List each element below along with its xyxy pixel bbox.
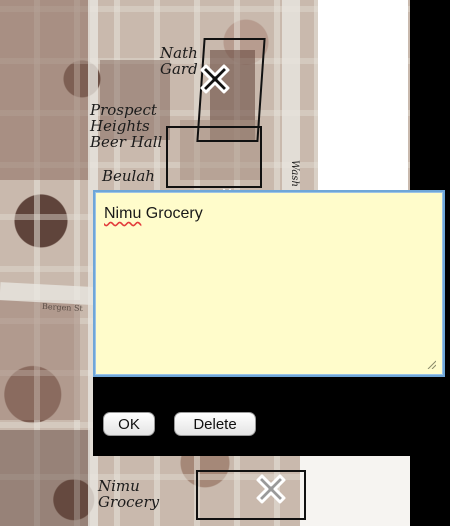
- note-text: Nimu Grocery: [104, 205, 203, 223]
- close-icon[interactable]: [250, 468, 292, 510]
- resize-grip-icon[interactable]: [426, 359, 436, 369]
- map-annotation-beulah: Beulah: [102, 167, 155, 185]
- delete-button[interactable]: Delete: [174, 412, 256, 436]
- map-building: [0, 0, 90, 180]
- map-building: [0, 300, 80, 420]
- note-text-word: Grocery: [145, 205, 203, 222]
- map-annotation-prospect: Prospect Heights Beer Hall: [90, 101, 163, 151]
- close-icon[interactable]: [194, 58, 236, 100]
- map-blank-area: [300, 450, 410, 526]
- note-text-misspelled-word: Nimu: [104, 205, 142, 222]
- map-annotation-street-side: Wash: [289, 160, 300, 187]
- ok-button[interactable]: OK: [103, 412, 155, 436]
- map-annotation-nimu: Nimu Grocery: [98, 477, 160, 511]
- map-blank-area: [318, 0, 408, 190]
- map-building: [0, 430, 90, 526]
- note-editor-dialog: Nimu Grocery OK Delete: [93, 190, 450, 456]
- note-text-area[interactable]: Nimu Grocery: [93, 190, 445, 377]
- map-street-label: Bergen St: [41, 301, 83, 314]
